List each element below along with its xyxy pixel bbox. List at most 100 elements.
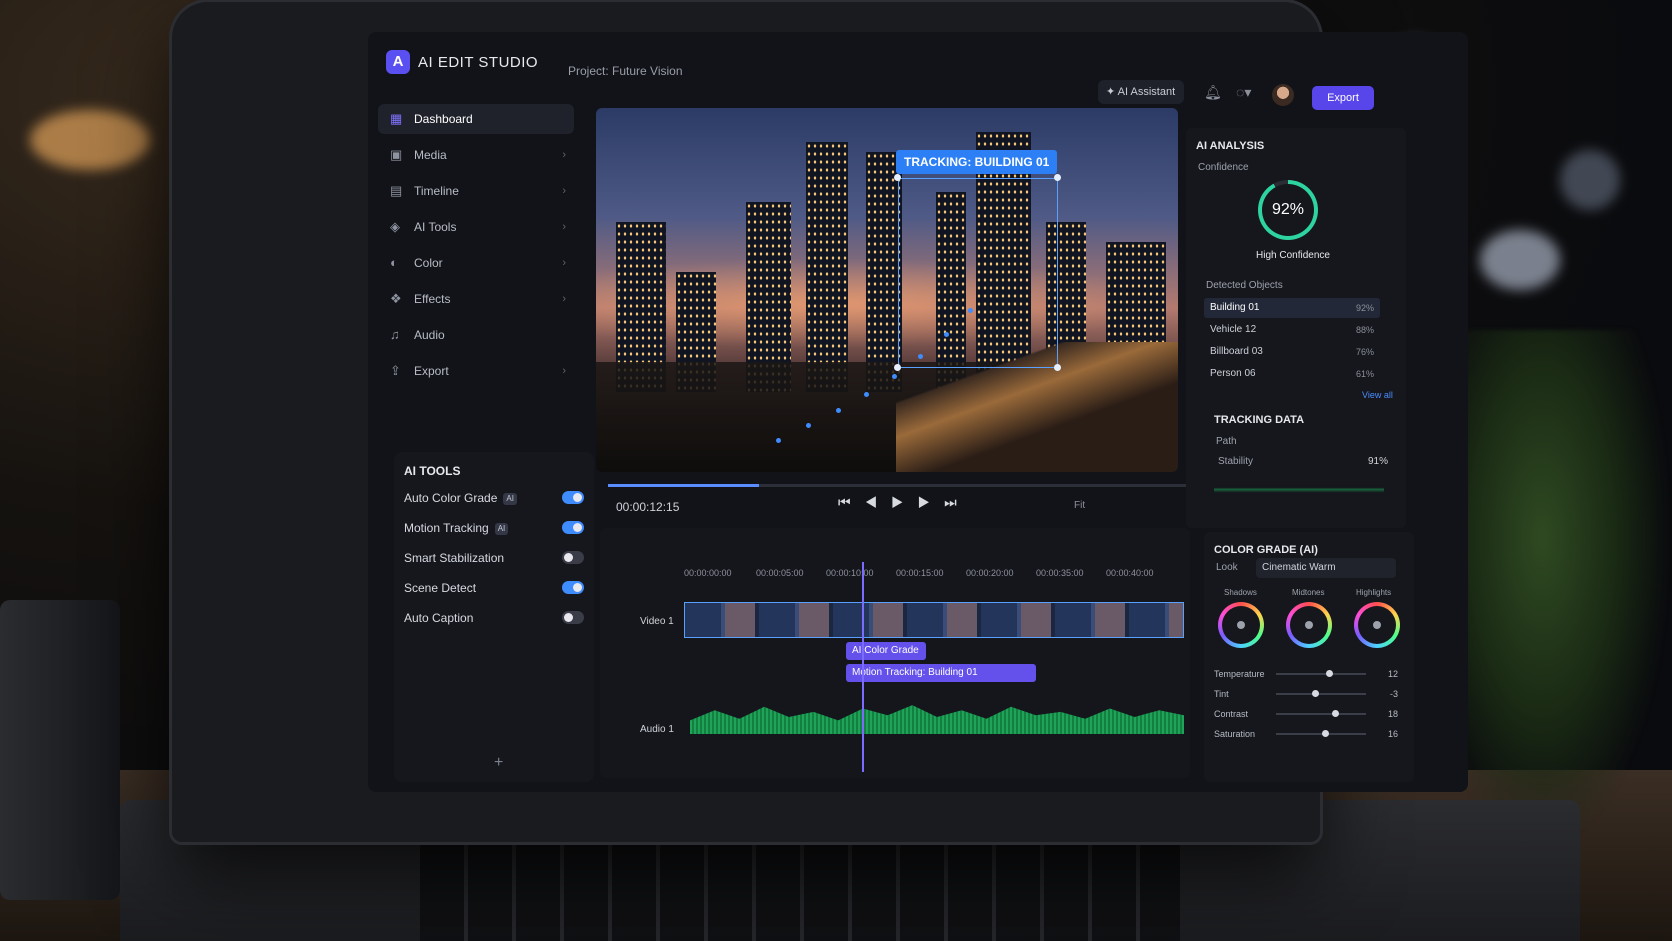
chevron-right-icon: › bbox=[562, 257, 566, 269]
export-button[interactable]: Export bbox=[1312, 86, 1374, 110]
shadows-wheel[interactable] bbox=[1218, 602, 1264, 648]
tracking-path-point bbox=[836, 408, 841, 413]
timeline-icon: ▤ bbox=[390, 183, 403, 198]
confidence-text: High Confidence bbox=[1256, 250, 1330, 261]
mug bbox=[0, 600, 120, 900]
view-all-link[interactable]: View all bbox=[1362, 390, 1393, 400]
auto-caption-toggle[interactable] bbox=[562, 611, 584, 624]
ai-analysis-panel: AI ANALYSIS Confidence 92% High Confiden… bbox=[1186, 128, 1406, 528]
analysis-title: AI ANALYSIS bbox=[1196, 140, 1265, 152]
sidebar-item-color[interactable]: ◐ Color › bbox=[378, 248, 574, 278]
wheel-center bbox=[1358, 606, 1396, 644]
sidebar-item-label: Color bbox=[414, 256, 443, 270]
play-icon[interactable]: ▶ bbox=[891, 494, 918, 510]
step-back-icon[interactable]: ◀ bbox=[865, 494, 892, 510]
look-select[interactable]: Cinematic Warm bbox=[1256, 558, 1396, 578]
motion-tracking-clip[interactable]: Motion Tracking: Building 01 bbox=[846, 664, 1036, 682]
stability-graph bbox=[1214, 474, 1384, 508]
playback-progress[interactable] bbox=[608, 484, 1188, 487]
slider-knob[interactable] bbox=[1322, 730, 1329, 737]
highlights-wheel[interactable] bbox=[1354, 602, 1400, 648]
audio-waveform[interactable] bbox=[690, 705, 1184, 734]
tint-slider[interactable]: Tint -3 bbox=[1214, 686, 1404, 702]
ai-badge: AI bbox=[494, 522, 509, 535]
object-pct: 61% bbox=[1355, 369, 1374, 379]
sidebar-item-effects[interactable]: ❖ Effects › bbox=[378, 284, 574, 314]
slider-track[interactable] bbox=[1276, 670, 1366, 677]
object-row[interactable]: Billboard 03 76% bbox=[1204, 342, 1380, 362]
chevron-right-icon: › bbox=[562, 185, 566, 197]
step-forward-icon[interactable]: ▶ bbox=[918, 494, 945, 510]
object-row[interactable]: Vehicle 12 88% bbox=[1204, 320, 1380, 340]
keyboard-keys bbox=[420, 836, 1180, 941]
bell-icon[interactable]: 🔔︎ bbox=[1204, 84, 1222, 101]
timecode: 00:00:12:15 bbox=[616, 500, 680, 514]
tracking-path-point bbox=[864, 392, 869, 397]
top-bar: A AI EDIT STUDIO Project: Future Vision bbox=[368, 32, 1468, 96]
sidebar-item-audio[interactable]: ♫ Audio bbox=[378, 320, 574, 350]
sidebar-item-label: AI Tools bbox=[414, 220, 457, 234]
sidebar-item-label: Media bbox=[414, 148, 447, 162]
slider-knob[interactable] bbox=[1332, 710, 1339, 717]
sidebar-item-media[interactable]: ▣ Media › bbox=[378, 140, 574, 170]
tracking-handle[interactable] bbox=[1054, 174, 1061, 181]
temperature-slider[interactable]: Temperature 12 bbox=[1214, 666, 1404, 682]
wheel-handle[interactable] bbox=[1305, 621, 1313, 629]
help-icon[interactable]: ◌▾ bbox=[1236, 84, 1251, 101]
background-light bbox=[1560, 150, 1620, 210]
sidebar-item-label: Export bbox=[414, 364, 449, 378]
tool-label: Auto Color Grade bbox=[404, 491, 498, 505]
slider-track[interactable] bbox=[1276, 730, 1366, 737]
saturation-slider[interactable]: Saturation 16 bbox=[1214, 726, 1404, 742]
skip-forward-icon[interactable]: ⏭ bbox=[944, 494, 971, 510]
background-light bbox=[1480, 230, 1560, 290]
scene-detect-toggle[interactable] bbox=[562, 581, 584, 594]
slider-knob[interactable] bbox=[1326, 670, 1333, 677]
sparkle-icon: ✦ bbox=[1106, 86, 1118, 98]
wheel-handle[interactable] bbox=[1373, 621, 1381, 629]
sidebar-item-timeline[interactable]: ▤ Timeline › bbox=[378, 176, 574, 206]
midtones-wheel[interactable] bbox=[1286, 602, 1332, 648]
object-name: Building 01 bbox=[1210, 302, 1260, 313]
add-tool-icon[interactable]: + bbox=[494, 754, 503, 772]
color-grade-panel: COLOR GRADE (AI) Look Cinematic Warm Sha… bbox=[1204, 532, 1414, 782]
video-preview[interactable]: TRACKING: BUILDING 01 bbox=[596, 108, 1178, 472]
contrast-slider[interactable]: Contrast 18 bbox=[1214, 706, 1404, 722]
motion-tracking-toggle[interactable] bbox=[562, 521, 584, 534]
slider-track[interactable] bbox=[1276, 710, 1366, 717]
confidence-label: Confidence bbox=[1198, 162, 1249, 173]
slider-track[interactable] bbox=[1276, 690, 1366, 697]
object-row[interactable]: Person 06 61% bbox=[1204, 364, 1380, 384]
smart-stabilization-toggle[interactable] bbox=[562, 551, 584, 564]
slider-knob[interactable] bbox=[1312, 690, 1319, 697]
tracking-box[interactable] bbox=[898, 178, 1058, 368]
wheel-center bbox=[1290, 606, 1328, 644]
sidebar-item-ai-tools[interactable]: ◈ AI Tools › bbox=[378, 212, 574, 242]
ai-assistant-button[interactable]: ✦ AI Assistant bbox=[1098, 80, 1184, 104]
object-name: Person 06 bbox=[1210, 368, 1256, 379]
path-label: Path bbox=[1216, 436, 1237, 447]
confidence-ring: 92% bbox=[1258, 180, 1318, 240]
auto-color-grade-toggle[interactable] bbox=[562, 491, 584, 504]
tool-scene-detect: Scene Detect bbox=[404, 576, 584, 600]
zoom-fit-select[interactable]: Fit bbox=[1074, 500, 1085, 511]
tool-smart-stabilization: Smart Stabilization bbox=[404, 546, 584, 570]
color-grade-clip[interactable]: AI Color Grade bbox=[846, 642, 926, 660]
tool-label: Smart Stabilization bbox=[404, 551, 505, 565]
slider-value: 12 bbox=[1387, 669, 1398, 679]
sidebar-item-dashboard[interactable]: ▦ Dashboard bbox=[378, 104, 574, 134]
video-clip[interactable] bbox=[684, 602, 1184, 638]
background-light bbox=[30, 110, 150, 170]
tracking-handle[interactable] bbox=[1054, 364, 1061, 371]
object-row[interactable]: Building 01 92% bbox=[1204, 298, 1380, 318]
skip-back-icon[interactable]: ⏮ bbox=[838, 494, 865, 510]
wheel-handle[interactable] bbox=[1237, 621, 1245, 629]
playhead[interactable] bbox=[862, 562, 864, 772]
ai-tools-panel: AI TOOLS Auto Color Grade AI Motion Track… bbox=[394, 452, 594, 782]
sidebar-item-label: Timeline bbox=[414, 184, 459, 198]
project-name: Project: Future Vision bbox=[568, 64, 683, 78]
tracking-handle[interactable] bbox=[894, 364, 901, 371]
sidebar-item-export[interactable]: ⇪ Export › bbox=[378, 356, 574, 386]
avatar[interactable] bbox=[1272, 84, 1294, 106]
tracking-handle[interactable] bbox=[894, 174, 901, 181]
